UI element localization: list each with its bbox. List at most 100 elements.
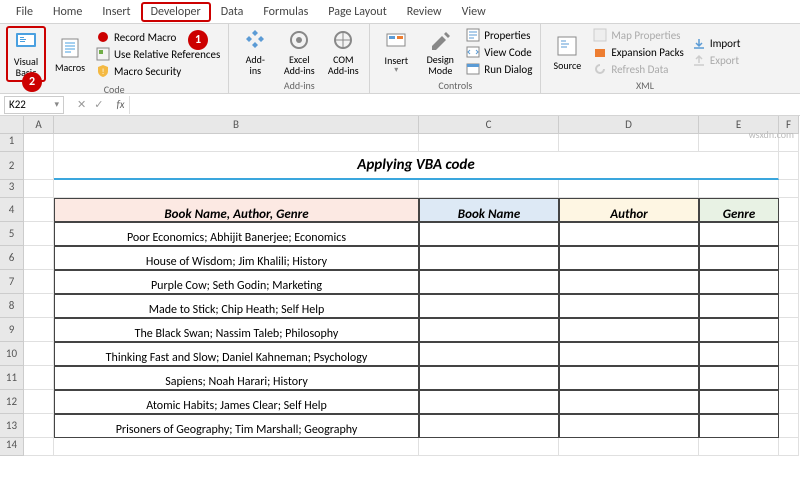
name-box[interactable]: K22 ▾ — [4, 96, 64, 114]
row-header-9[interactable]: 9 — [0, 318, 24, 342]
cell-a12[interactable] — [24, 390, 54, 414]
cell-e13[interactable] — [699, 414, 779, 438]
cell-a2[interactable] — [24, 152, 54, 180]
cell-b5[interactable]: Poor Economics; Abhijit Banerjee; Econom… — [54, 222, 419, 246]
cell-a3[interactable] — [24, 180, 54, 198]
row-header-4[interactable]: 4 — [0, 198, 24, 222]
col-header-d[interactable]: D — [559, 116, 699, 134]
macro-security-button[interactable]: ! Macro Security — [94, 63, 222, 79]
com-addins-button[interactable]: COM Add-ins — [323, 26, 363, 78]
cell-a8[interactable] — [24, 294, 54, 318]
excel-addins-button[interactable]: Excel Add-ins — [279, 26, 319, 78]
enter-formula-icon[interactable]: ✓ — [91, 98, 106, 111]
insert-control-button[interactable]: Insert ▾ — [376, 26, 416, 78]
cell-f3[interactable] — [779, 180, 799, 198]
cell-b12[interactable]: Atomic Habits; James Clear; Self Help — [54, 390, 419, 414]
cell-a5[interactable] — [24, 222, 54, 246]
cell-d10[interactable] — [559, 342, 699, 366]
cell-a13[interactable] — [24, 414, 54, 438]
cell-c12[interactable] — [419, 390, 559, 414]
tab-file[interactable]: File — [6, 2, 43, 22]
row-header-14[interactable]: 14 — [0, 438, 24, 456]
cell-c8[interactable] — [419, 294, 559, 318]
map-properties-button[interactable]: Map Properties — [591, 27, 685, 43]
formula-input[interactable] — [129, 96, 800, 114]
col-header-b[interactable]: B — [54, 116, 419, 134]
cell-f14[interactable] — [779, 438, 799, 456]
cell-d13[interactable] — [559, 414, 699, 438]
col-header-a[interactable]: A — [24, 116, 54, 134]
cell-c13[interactable] — [419, 414, 559, 438]
cell-e7[interactable] — [699, 270, 779, 294]
cell-f5[interactable] — [779, 222, 799, 246]
cell-a6[interactable] — [24, 246, 54, 270]
properties-button[interactable]: Properties — [464, 27, 534, 43]
cell-e3[interactable] — [699, 180, 779, 198]
cell-d7[interactable] — [559, 270, 699, 294]
cell-f9[interactable] — [779, 318, 799, 342]
cell-a7[interactable] — [24, 270, 54, 294]
cell-f11[interactable] — [779, 366, 799, 390]
row-header-6[interactable]: 6 — [0, 246, 24, 270]
tab-home[interactable]: Home — [43, 2, 92, 22]
cell-b8[interactable]: Made to Stick; Chip Heath; Self Help — [54, 294, 419, 318]
cell-c5[interactable] — [419, 222, 559, 246]
cell-c6[interactable] — [419, 246, 559, 270]
addins-button[interactable]: Add- ins — [235, 26, 275, 78]
cell-b6[interactable]: House of Wisdom; Jim Khalili; History — [54, 246, 419, 270]
cell-c14[interactable] — [419, 438, 559, 456]
cancel-formula-icon[interactable]: ✕ — [74, 98, 89, 111]
expansion-packs-button[interactable]: Expansion Packs — [591, 44, 685, 60]
cell-e6[interactable] — [699, 246, 779, 270]
cell-b3[interactable] — [54, 180, 419, 198]
tab-insert[interactable]: Insert — [92, 2, 140, 22]
fx-label[interactable]: fx — [112, 98, 128, 111]
row-header-11[interactable]: 11 — [0, 366, 24, 390]
cell-f10[interactable] — [779, 342, 799, 366]
name-box-dropdown-icon[interactable]: ▾ — [54, 99, 59, 110]
cell-a10[interactable] — [24, 342, 54, 366]
row-header-13[interactable]: 13 — [0, 414, 24, 438]
cell-c9[interactable] — [419, 318, 559, 342]
cell-f13[interactable] — [779, 414, 799, 438]
title-cell[interactable]: Applying VBA code — [54, 152, 779, 180]
cell-b10[interactable]: Thinking Fast and Slow; Daniel Kahneman;… — [54, 342, 419, 366]
row-header-7[interactable]: 7 — [0, 270, 24, 294]
cell-d12[interactable] — [559, 390, 699, 414]
row-header-8[interactable]: 8 — [0, 294, 24, 318]
cell-f12[interactable] — [779, 390, 799, 414]
row-header-5[interactable]: 5 — [0, 222, 24, 246]
cell-d8[interactable] — [559, 294, 699, 318]
cell-a1[interactable] — [24, 134, 54, 152]
header-genre[interactable]: Genre — [699, 198, 779, 222]
cell-b9[interactable]: The Black Swan; Nassim Taleb; Philosophy — [54, 318, 419, 342]
cell-d1[interactable] — [559, 134, 699, 152]
cell-f4[interactable] — [779, 198, 799, 222]
tab-view[interactable]: View — [452, 2, 496, 22]
cell-d6[interactable] — [559, 246, 699, 270]
cell-a11[interactable] — [24, 366, 54, 390]
cell-e10[interactable] — [699, 342, 779, 366]
cell-e12[interactable] — [699, 390, 779, 414]
cell-b13[interactable]: Prisoners of Geography; Tim Marshall; Ge… — [54, 414, 419, 438]
export-button[interactable]: Export — [690, 53, 743, 69]
cell-c11[interactable] — [419, 366, 559, 390]
row-header-1[interactable]: 1 — [0, 134, 24, 152]
cell-d3[interactable] — [559, 180, 699, 198]
cell-e5[interactable] — [699, 222, 779, 246]
cell-b14[interactable] — [54, 438, 419, 456]
row-header-10[interactable]: 10 — [0, 342, 24, 366]
cell-c10[interactable] — [419, 342, 559, 366]
cell-f6[interactable] — [779, 246, 799, 270]
row-header-3[interactable]: 3 — [0, 180, 24, 198]
header-book-name[interactable]: Book Name — [419, 198, 559, 222]
header-book-combined[interactable]: Book Name, Author, Genre — [54, 198, 419, 222]
cell-e11[interactable] — [699, 366, 779, 390]
cell-e8[interactable] — [699, 294, 779, 318]
cell-b7[interactable]: Purple Cow; Seth Godin; Marketing — [54, 270, 419, 294]
tab-formulas[interactable]: Formulas — [253, 2, 318, 22]
design-mode-button[interactable]: Design Mode — [420, 26, 460, 78]
cell-b1[interactable] — [54, 134, 419, 152]
macros-button[interactable]: Macros — [50, 26, 90, 82]
cell-f7[interactable] — [779, 270, 799, 294]
